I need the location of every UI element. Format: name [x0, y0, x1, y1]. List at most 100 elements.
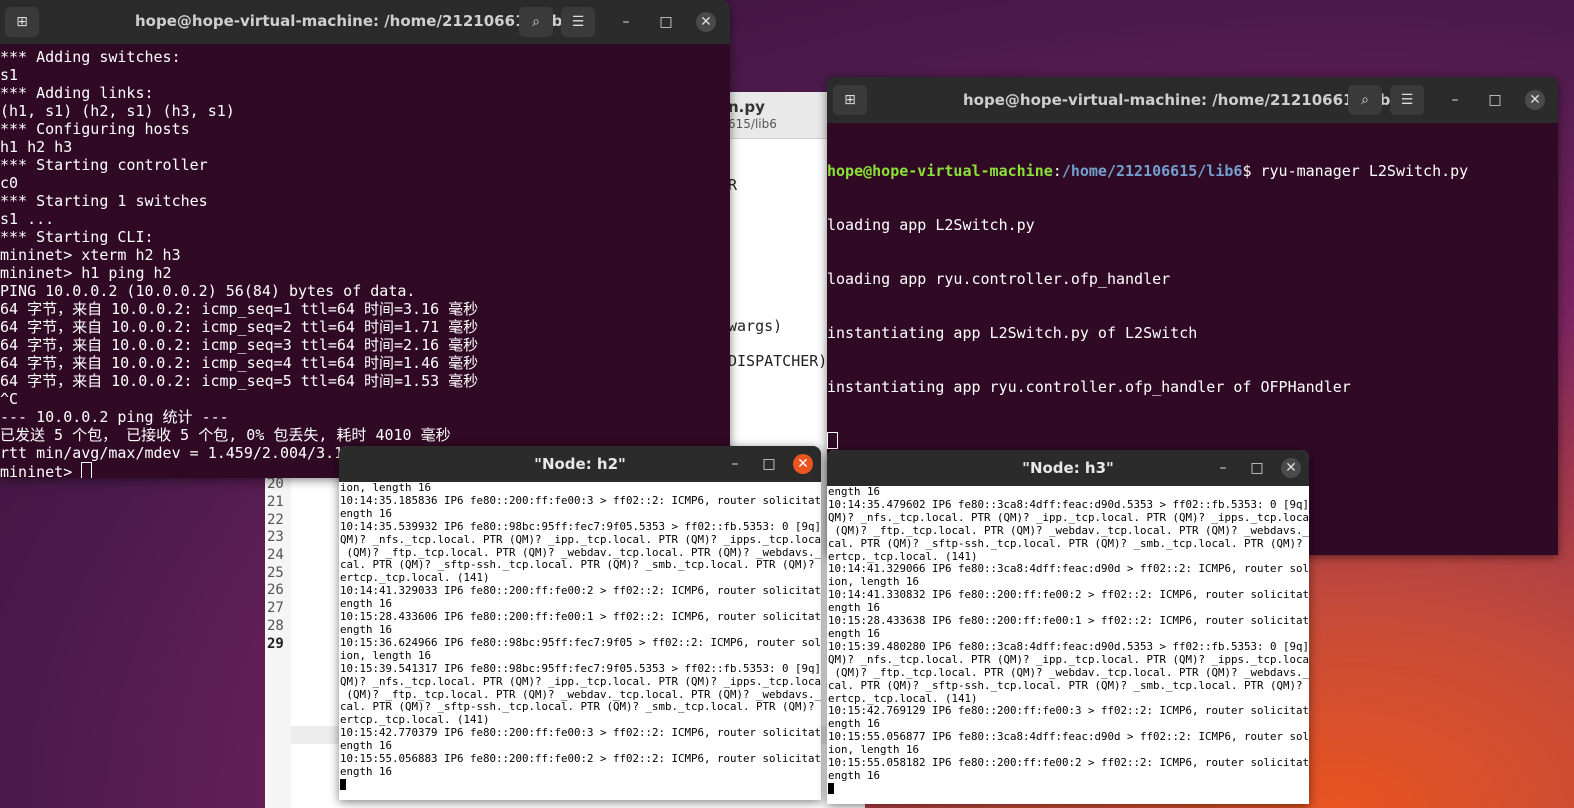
window-title: hope@hope-virtual-machine: /home/2121066… [963, 91, 1401, 109]
output-line: (QM)? _ftp._tcp.local. PTR (QM)? _webdav… [828, 665, 1310, 679]
output-line: ength 16 [828, 768, 881, 782]
xterm-cursor-line [828, 782, 1309, 797]
output-line: cal. PTR (QM)? _sftp-ssh._tcp.local. PTR… [828, 678, 1309, 692]
output-line: *** Configuring hosts [0, 120, 190, 138]
output-line: ength 16 [340, 622, 393, 636]
output-line: QM)? _nfs._tcp.local. PTR (QM)? _ipp._tc… [340, 532, 821, 546]
output-line: *** Starting CLI: [0, 228, 154, 246]
minimize-icon: – [1451, 92, 1459, 108]
output-line: *** Adding links: [0, 84, 154, 102]
output-line: 10:15:55.056883 IP6 fe80::200:ff:fe00:2 … [340, 752, 821, 766]
output-line: QM)? _nfs._tcp.local. PTR (QM)? _ipp._tc… [828, 652, 1309, 666]
output-line: 10:14:35.539932 IP6 fe80::98bc:95ff:fec7… [340, 519, 821, 533]
line-number-active: 29 [267, 636, 284, 652]
xterm-output[interactable]: ion, length 16 10:14:35.185836 IP6 fe80::… [339, 482, 821, 800]
output-line: *** Starting 1 switches [0, 192, 208, 210]
maximize-icon: □ [762, 456, 776, 472]
output-line: mininet> xterm h2 h3 [0, 246, 181, 264]
output-line: 64 字节，来自 10.0.0.2: icmp_seq=5 ttl=64 时间=… [0, 372, 479, 390]
close-button[interactable]: ✕ [1281, 458, 1301, 478]
minimize-button[interactable]: – [616, 12, 636, 32]
close-icon: ✕ [1529, 92, 1541, 108]
new-tab-button[interactable]: ⊞ [833, 85, 867, 115]
output-line: 64 字节，来自 10.0.0.2: icmp_seq=1 ttl=64 时间=… [0, 300, 479, 318]
output-line: ength 16 [340, 506, 393, 520]
output-line: 64 字节，来自 10.0.0.2: icmp_seq=2 ttl=64 时间=… [0, 318, 479, 336]
output-line: 10:14:41.330832 IP6 fe80::200:ff:fe00:2 … [828, 588, 1309, 602]
prompt-path: /home/212106615/lib6 [1061, 162, 1243, 180]
output-line: QM)? _nfs._tcp.local. PTR (QM)? _ipp._tc… [340, 674, 821, 688]
terminal-titlebar: ⊞ hope@hope-virtual-machine: /home/21210… [0, 0, 730, 44]
hamburger-menu-icon: ☰ [1400, 92, 1414, 108]
output-line: 64 字节，来自 10.0.0.2: icmp_seq=4 ttl=64 时间=… [0, 354, 479, 372]
output-line: *** Adding switches: [0, 48, 181, 66]
output-line: 10:15:42.770379 IP6 fe80::200:ff:fe00:3 … [340, 726, 821, 740]
xterm-h2-window[interactable]: "Node: h2" – □ ✕ ion, length 16 10:14:35.… [339, 446, 821, 800]
output-line: --- 10.0.0.2 ping 统计 --- [0, 408, 229, 426]
menu-button[interactable]: ☰ [561, 7, 595, 37]
output-line: 10:14:35.185836 IP6 fe80::200:ff:fe00:3 … [340, 493, 821, 507]
output-line: PING 10.0.0.2 (10.0.0.2) 56(84) bytes of… [0, 282, 416, 300]
terminal-output[interactable]: hope@hope-virtual-machine:/home/21210661… [827, 126, 1558, 487]
maximize-button[interactable]: □ [1485, 90, 1505, 110]
terminal-output[interactable]: *** Adding switches: s1 *** Adding links:(… [0, 48, 730, 478]
close-button[interactable]: ✕ [1525, 90, 1545, 110]
maximize-icon: □ [1250, 460, 1264, 476]
output-line: mininet> h1 ping h2 [0, 264, 172, 282]
mininet-terminal-window[interactable]: ⊞ hope@hope-virtual-machine: /home/21210… [0, 0, 730, 478]
line-number: 21 [267, 494, 284, 510]
minimize-icon: – [1219, 460, 1227, 476]
terminal-cursor-line [827, 432, 1558, 451]
new-tab-button[interactable]: ⊞ [5, 7, 39, 37]
output-line: 10:15:42.769129 IP6 fe80::200:ff:fe00:3 … [828, 704, 1309, 718]
prompt-user: hope@hope-virtual-machine [827, 162, 1053, 180]
line-number: 28 [267, 618, 284, 634]
output-line: loading app ryu.controller.ofp_handler [827, 270, 1171, 288]
xterm-cursor-line [340, 778, 821, 793]
output-line: 10:14:35.479602 IP6 fe80::3ca8:4dff:feac… [828, 497, 1309, 511]
minimize-button[interactable]: – [1445, 90, 1465, 110]
editor-file-path: 615/lib6 [728, 117, 777, 131]
close-button[interactable]: ✕ [793, 454, 813, 474]
line-number: 22 [267, 512, 284, 528]
output-line: s1 ... [0, 210, 55, 228]
output-line: 64 字节，来自 10.0.0.2: icmp_seq=3 ttl=64 时间=… [0, 336, 479, 354]
xterm-titlebar: "Node: h3" – □ ✕ [827, 450, 1309, 486]
output-line: QM)? _nfs._tcp.local. PTR (QM)? _ipp._tc… [828, 510, 1309, 524]
prompt-command: $ ryu-manager L2Switch.py [1242, 162, 1469, 180]
hamburger-menu-icon: ☰ [571, 14, 585, 30]
menu-button[interactable]: ☰ [1390, 85, 1424, 115]
maximize-button[interactable]: □ [759, 454, 779, 474]
output-line: cal. PTR (QM)? _sftp-ssh._tcp.local. PTR… [828, 536, 1309, 550]
line-number: 26 [267, 582, 284, 598]
editor-file-title: n.py [728, 98, 765, 116]
output-line: c0 [0, 174, 19, 192]
minimize-button[interactable]: – [725, 454, 745, 474]
line-number: 20 [267, 476, 284, 492]
output-line: 10:15:28.433606 IP6 fe80::200:ff:fe00:1 … [340, 610, 821, 624]
xterm-h3-window[interactable]: "Node: h3" – □ ✕ ength 16 10:14:35.479602… [827, 450, 1309, 804]
output-line: ength 16 [340, 764, 393, 778]
search-icon: ⌕ [1361, 92, 1369, 108]
output-line: ength 16 [828, 486, 881, 498]
output-line: ion, length 16 [340, 482, 432, 494]
xterm-titlebar: "Node: h2" – □ ✕ [339, 446, 821, 482]
minimize-icon: – [622, 14, 630, 30]
xterm-output[interactable]: ength 16 10:14:35.479602 IP6 fe80::3ca8:4… [827, 486, 1309, 804]
search-button[interactable]: ⌕ [519, 7, 553, 37]
search-icon: ⌕ [532, 14, 540, 30]
output-line: s1 [0, 66, 19, 84]
output-line: loading app L2Switch.py [827, 216, 1035, 234]
prompt-separator: : [1052, 162, 1062, 180]
close-icon: ✕ [797, 456, 809, 472]
close-button[interactable]: ✕ [696, 12, 716, 32]
search-button[interactable]: ⌕ [1348, 85, 1382, 115]
shell-prompt-line: hope@hope-virtual-machine:/home/21210661… [827, 162, 1558, 180]
output-line: *** Starting controller [0, 156, 208, 174]
minimize-button[interactable]: – [1213, 458, 1233, 478]
maximize-button[interactable]: □ [1247, 458, 1267, 478]
maximize-icon: □ [1488, 92, 1502, 108]
maximize-button[interactable]: □ [656, 12, 676, 32]
output-line: ength 16 [828, 626, 881, 640]
close-icon: ✕ [1285, 460, 1297, 476]
